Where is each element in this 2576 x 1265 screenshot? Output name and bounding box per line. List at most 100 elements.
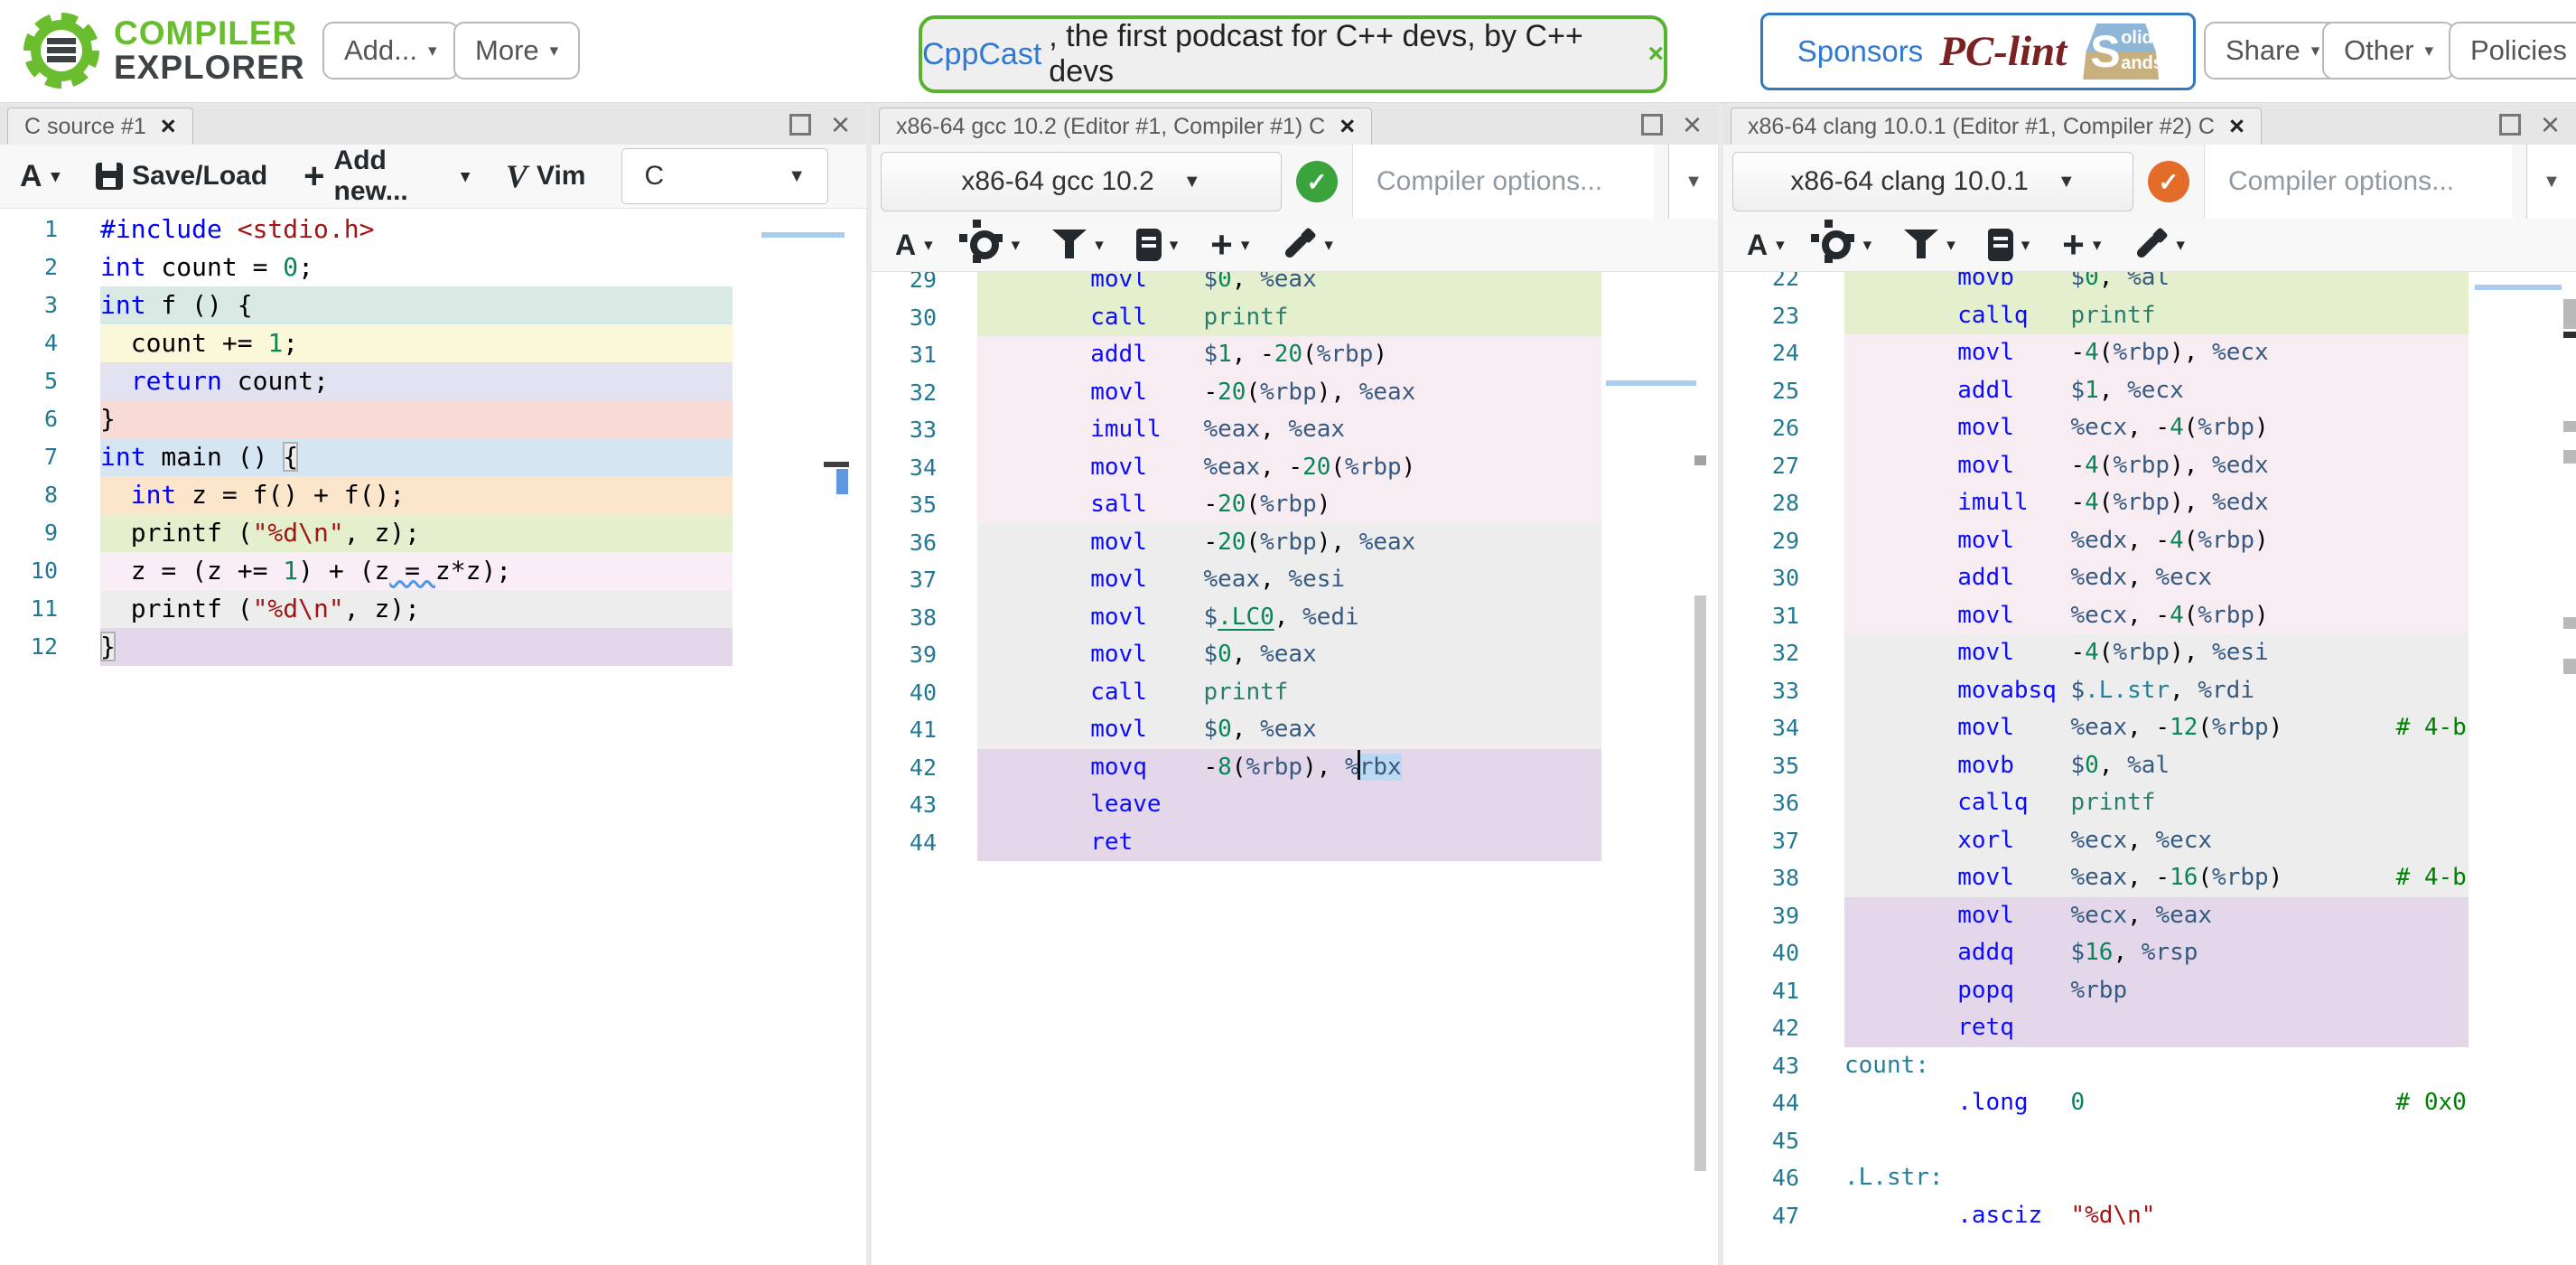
- code-line[interactable]: 37 movl %eax, %esi: [872, 561, 1601, 599]
- code-line[interactable]: 24 movl -4(%rbp), %ecx: [1723, 334, 2469, 372]
- code-line[interactable]: 45: [1723, 1122, 2469, 1160]
- code-line[interactable]: 40 addq $16, %rsp: [1723, 934, 2469, 972]
- banner-link[interactable]: CppCast: [922, 37, 1041, 72]
- font-size-button[interactable]: A ▾: [20, 159, 60, 194]
- compiler-explorer-logo[interactable]: COMPILER EXPLORER: [23, 13, 305, 89]
- code-line[interactable]: 8 int z = f() + f();: [0, 476, 733, 514]
- minimap[interactable]: [761, 211, 845, 282]
- code-line[interactable]: 37 xorl %ecx, %ecx: [1723, 821, 2469, 859]
- tab-close-icon[interactable]: ×: [2229, 112, 2245, 142]
- code-line[interactable]: 35 movb $0, %al: [1723, 746, 2469, 784]
- settings-button[interactable]: ▾: [958, 220, 1020, 259]
- minimap[interactable]: [1606, 272, 1696, 394]
- close-pane-icon[interactable]: ×: [2541, 108, 2560, 141]
- code-line[interactable]: 33 movabsq $.L.str, %rdi: [1723, 671, 2469, 709]
- code-line[interactable]: 23 callq printf: [1723, 296, 2469, 334]
- code-line[interactable]: 34 movl %eax, -20(%rbp): [872, 448, 1601, 486]
- options-dropdown-icon[interactable]: ▼: [1668, 145, 1718, 219]
- tab-close-icon[interactable]: ×: [161, 112, 176, 142]
- libraries-button[interactable]: ▾: [1987, 229, 2030, 261]
- code-line[interactable]: 32 movl -20(%rbp), %eax: [872, 373, 1601, 411]
- font-size-button[interactable]: A ▾: [895, 229, 933, 262]
- code-line[interactable]: 43 leave: [872, 786, 1601, 824]
- code-line[interactable]: 26 movl %ecx, -4(%rbp): [1723, 409, 2469, 447]
- code-line[interactable]: 34 movl %eax, -12(%rbp) # 4-b: [1723, 709, 2469, 747]
- add-pane-button[interactable]: Add... ▾: [322, 22, 459, 80]
- compiler-options-input[interactable]: [1353, 165, 1654, 198]
- libraries-button[interactable]: ▾: [1135, 229, 1178, 261]
- tools-button[interactable]: ▾: [1282, 228, 1333, 262]
- code-line[interactable]: 3 int f () {: [0, 286, 733, 324]
- code-line[interactable]: 7 int main () {: [0, 438, 733, 476]
- scrollbar-thumb[interactable]: [1694, 595, 1706, 1171]
- code-line[interactable]: 36 movl -20(%rbp), %eax: [872, 523, 1601, 561]
- code-line[interactable]: 36 callq printf: [1723, 784, 2469, 822]
- code-line[interactable]: 10 z = (z += 1) + (z = z*z);: [0, 552, 733, 590]
- code-line[interactable]: 31 addl $1, -20(%rbp): [872, 336, 1601, 374]
- code-line[interactable]: 28 imull -4(%rbp), %edx: [1723, 484, 2469, 522]
- code-line[interactable]: 43 count:: [1723, 1047, 2469, 1085]
- tools-button[interactable]: ▾: [2133, 228, 2185, 262]
- code-line[interactable]: 44 ret: [872, 823, 1601, 861]
- code-line[interactable]: 25 addl $1, %ecx: [1723, 371, 2469, 409]
- compiler-select[interactable]: x86-64 gcc 10.2 ▼: [881, 152, 1282, 211]
- code-line[interactable]: 39 movl $0, %eax: [872, 636, 1601, 674]
- settings-button[interactable]: ▾: [1810, 220, 1871, 259]
- code-line[interactable]: 27 movl -4(%rbp), %edx: [1723, 446, 2469, 484]
- code-line[interactable]: 42 movq -8(%rbp), %rbx: [872, 748, 1601, 786]
- minimap[interactable]: [2475, 272, 2562, 399]
- compiler-select[interactable]: x86-64 clang 10.0.1 ▼: [1732, 152, 2133, 211]
- clang-assembly-editor[interactable]: 22 movb $0, %al 23 callq printf 24 movl -4…: [1723, 272, 2576, 1265]
- filter-button[interactable]: ▾: [1052, 230, 1104, 260]
- code-line[interactable]: 41 movl $0, %eax: [872, 711, 1601, 749]
- add-new-button[interactable]: + Add new... ▾: [303, 145, 470, 207]
- add-view-button[interactable]: + ▾: [2062, 226, 2101, 264]
- font-size-button[interactable]: A ▾: [1747, 229, 1785, 262]
- code-line[interactable]: 35 sall -20(%rbp): [872, 486, 1601, 524]
- maximize-pane-icon[interactable]: [1640, 114, 1663, 136]
- code-line[interactable]: 42 retq: [1723, 1009, 2469, 1047]
- code-line[interactable]: 6}: [0, 400, 733, 438]
- save-load-button[interactable]: Save/Load: [96, 161, 267, 192]
- code-line[interactable]: 32 movl -4(%rbp), %esi: [1723, 634, 2469, 672]
- code-line[interactable]: 11 printf ("%d\n", z);: [0, 590, 733, 628]
- tab-c-source[interactable]: C source #1 ×: [7, 108, 193, 145]
- vim-toggle-button[interactable]: V Vim: [506, 157, 586, 195]
- code-line[interactable]: 29 movl $0, %eax: [872, 272, 1601, 299]
- code-line[interactable]: 39 movl %ecx, %eax: [1723, 896, 2469, 934]
- maximize-pane-icon[interactable]: [2498, 114, 2521, 136]
- code-line[interactable]: 30 call printf: [872, 298, 1601, 336]
- source-code-editor[interactable]: 1 #include <stdio.h> 2 int count = 0; 3 int f…: [0, 209, 866, 1265]
- language-select[interactable]: C ▼: [621, 148, 828, 204]
- gcc-assembly-editor[interactable]: 29 movl $0, %eax 30 call printf 31 addl $1…: [872, 272, 1718, 1265]
- code-line[interactable]: 12}: [0, 628, 733, 666]
- code-line[interactable]: 40 call printf: [872, 673, 1601, 711]
- code-line[interactable]: 22 movb $0, %al: [1723, 272, 2469, 297]
- close-pane-icon[interactable]: ×: [831, 108, 850, 141]
- filter-button[interactable]: ▾: [1904, 230, 1955, 260]
- tab-close-icon[interactable]: ×: [1339, 112, 1355, 142]
- maximize-pane-icon[interactable]: [789, 114, 811, 136]
- code-line[interactable]: 29 movl %edx, -4(%rbp): [1723, 521, 2469, 559]
- banner-close-icon[interactable]: ×: [1647, 39, 1664, 70]
- other-button[interactable]: Other ▾: [2322, 22, 2456, 80]
- code-line[interactable]: 33 imull %eax, %eax: [872, 411, 1601, 449]
- code-line[interactable]: 44 .long 0 # 0x0: [1723, 1084, 2469, 1122]
- code-line[interactable]: 1 #include <stdio.h>: [0, 211, 733, 248]
- share-button[interactable]: Share ▾: [2204, 22, 2342, 80]
- tab-clang-output[interactable]: x86-64 clang 10.0.1 (Editor #1, Compiler…: [1731, 108, 2262, 145]
- code-line[interactable]: 46 .L.str:: [1723, 1159, 2469, 1197]
- code-line[interactable]: 38 movl %eax, -16(%rbp) # 4-b: [1723, 859, 2469, 897]
- close-pane-icon[interactable]: ×: [1683, 108, 1702, 141]
- add-view-button[interactable]: + ▾: [1210, 226, 1249, 264]
- code-line[interactable]: 5 return count;: [0, 362, 733, 400]
- code-line[interactable]: 38 movl $.LC0, %edi: [872, 598, 1601, 636]
- code-line[interactable]: 30 addl %edx, %ecx: [1723, 559, 2469, 597]
- code-line[interactable]: 47 .asciz "%d\n": [1723, 1197, 2469, 1235]
- code-line[interactable]: 9 printf ("%d\n", z);: [0, 514, 733, 552]
- policies-button[interactable]: Policies ▾: [2449, 22, 2576, 80]
- code-line[interactable]: 4 count += 1;: [0, 324, 733, 362]
- more-button[interactable]: More ▾: [453, 22, 581, 80]
- code-line[interactable]: 41 popq %rbp: [1723, 971, 2469, 1009]
- code-line[interactable]: 31 movl %ecx, -4(%rbp): [1723, 596, 2469, 634]
